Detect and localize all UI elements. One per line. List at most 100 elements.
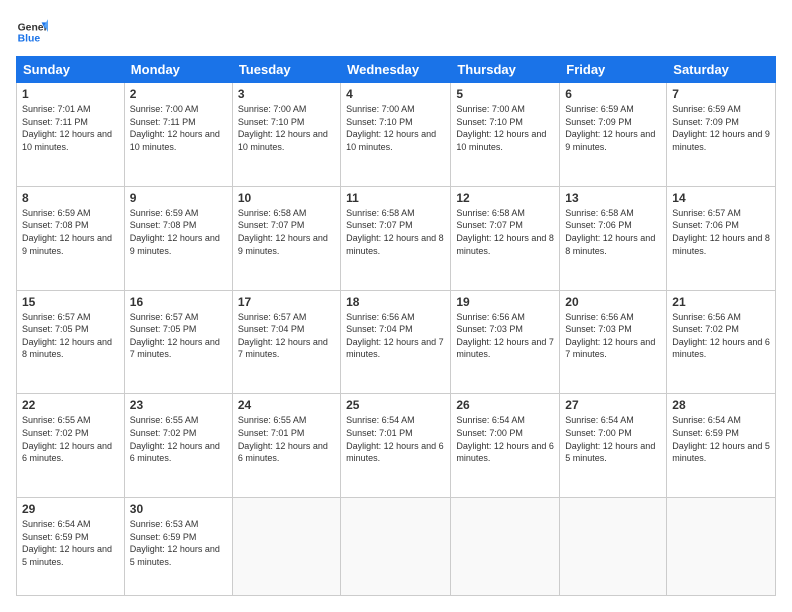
week-row-2: 8 Sunrise: 6:59 AMSunset: 7:08 PMDaylight… (17, 186, 776, 290)
day-info: Sunrise: 6:56 AMSunset: 7:02 PMDaylight:… (672, 311, 770, 361)
day-cell: 9 Sunrise: 6:59 AMSunset: 7:08 PMDaylight… (124, 186, 232, 290)
week-row-4: 22 Sunrise: 6:55 AMSunset: 7:02 PMDayligh… (17, 394, 776, 498)
day-number: 22 (22, 398, 119, 412)
day-info: Sunrise: 7:01 AMSunset: 7:11 PMDaylight:… (22, 103, 119, 153)
day-number: 9 (130, 191, 227, 205)
svg-text:Blue: Blue (18, 34, 41, 45)
day-info: Sunrise: 6:54 AMSunset: 6:59 PMDaylight:… (672, 414, 770, 464)
day-cell: 5 Sunrise: 7:00 AMSunset: 7:10 PMDaylight… (451, 83, 560, 187)
day-cell: 19Sunrise: 6:56 AMSunset: 7:03 PMDayligh… (451, 290, 560, 394)
day-number: 24 (238, 398, 335, 412)
day-info: Sunrise: 6:57 AMSunset: 7:04 PMDaylight:… (238, 311, 335, 361)
page: General Blue SundayMondayTuesdayWednesda… (0, 0, 792, 612)
day-number: 23 (130, 398, 227, 412)
day-cell (341, 498, 451, 596)
day-cell: 28 Sunrise: 6:54 AMSunset: 6:59 PMDayligh… (667, 394, 776, 498)
day-cell (451, 498, 560, 596)
day-info: Sunrise: 7:00 AMSunset: 7:10 PMDaylight:… (346, 103, 445, 153)
header-thursday: Thursday (451, 57, 560, 83)
day-cell: 17Sunrise: 6:57 AMSunset: 7:04 PMDayligh… (232, 290, 340, 394)
day-number: 16 (130, 295, 227, 309)
day-info: Sunrise: 6:54 AMSunset: 6:59 PMDaylight:… (22, 518, 119, 568)
day-cell: 23 Sunrise: 6:55 AMSunset: 7:02 PMDayligh… (124, 394, 232, 498)
header-wednesday: Wednesday (341, 57, 451, 83)
day-cell: 11 Sunrise: 6:58 AMSunset: 7:07 PMDayligh… (341, 186, 451, 290)
day-number: 7 (672, 87, 770, 101)
day-info: Sunrise: 6:59 AMSunset: 7:08 PMDaylight:… (22, 207, 119, 257)
day-number: 30 (130, 502, 227, 516)
day-info: Sunrise: 6:55 AMSunset: 7:02 PMDaylight:… (22, 414, 119, 464)
header-tuesday: Tuesday (232, 57, 340, 83)
day-info: Sunrise: 6:54 AMSunset: 7:00 PMDaylight:… (565, 414, 661, 464)
logo: General Blue (16, 16, 48, 48)
day-number: 26 (456, 398, 554, 412)
day-info: Sunrise: 6:59 AMSunset: 7:09 PMDaylight:… (672, 103, 770, 153)
day-cell: 13 Sunrise: 6:58 AMSunset: 7:06 PMDayligh… (560, 186, 667, 290)
day-info: Sunrise: 6:59 AMSunset: 7:08 PMDaylight:… (130, 207, 227, 257)
header-sunday: Sunday (17, 57, 125, 83)
day-cell: 4 Sunrise: 7:00 AMSunset: 7:10 PMDaylight… (341, 83, 451, 187)
day-cell: 27 Sunrise: 6:54 AMSunset: 7:00 PMDayligh… (560, 394, 667, 498)
day-cell (560, 498, 667, 596)
day-cell: 29Sunrise: 6:54 AMSunset: 6:59 PMDayligh… (17, 498, 125, 596)
day-number: 28 (672, 398, 770, 412)
day-info: Sunrise: 6:58 AMSunset: 7:06 PMDaylight:… (565, 207, 661, 257)
day-cell: 24 Sunrise: 6:55 AMSunset: 7:01 PMDayligh… (232, 394, 340, 498)
day-cell: 25 Sunrise: 6:54 AMSunset: 7:01 PMDayligh… (341, 394, 451, 498)
day-number: 27 (565, 398, 661, 412)
header: General Blue (16, 16, 776, 48)
day-cell: 20Sunrise: 6:56 AMSunset: 7:03 PMDayligh… (560, 290, 667, 394)
day-info: Sunrise: 6:56 AMSunset: 7:04 PMDaylight:… (346, 311, 445, 361)
day-number: 1 (22, 87, 119, 101)
day-cell: 8 Sunrise: 6:59 AMSunset: 7:08 PMDaylight… (17, 186, 125, 290)
day-info: Sunrise: 6:53 AMSunset: 6:59 PMDaylight:… (130, 518, 227, 568)
day-number: 4 (346, 87, 445, 101)
day-info: Sunrise: 7:00 AMSunset: 7:10 PMDaylight:… (456, 103, 554, 153)
day-number: 6 (565, 87, 661, 101)
day-cell: 26 Sunrise: 6:54 AMSunset: 7:00 PMDayligh… (451, 394, 560, 498)
day-number: 8 (22, 191, 119, 205)
header-row: SundayMondayTuesdayWednesdayThursdayFrid… (17, 57, 776, 83)
week-row-3: 15Sunrise: 6:57 AMSunset: 7:05 PMDayligh… (17, 290, 776, 394)
day-number: 25 (346, 398, 445, 412)
day-number: 3 (238, 87, 335, 101)
day-number: 12 (456, 191, 554, 205)
header-friday: Friday (560, 57, 667, 83)
day-cell: 14 Sunrise: 6:57 AMSunset: 7:06 PMDayligh… (667, 186, 776, 290)
logo-icon: General Blue (16, 16, 48, 48)
week-row-1: 1 Sunrise: 7:01 AMSunset: 7:11 PMDaylight… (17, 83, 776, 187)
day-info: Sunrise: 6:54 AMSunset: 7:00 PMDaylight:… (456, 414, 554, 464)
day-number: 20 (565, 295, 661, 309)
day-number: 11 (346, 191, 445, 205)
day-info: Sunrise: 6:54 AMSunset: 7:01 PMDaylight:… (346, 414, 445, 464)
day-cell (232, 498, 340, 596)
day-cell: 1 Sunrise: 7:01 AMSunset: 7:11 PMDaylight… (17, 83, 125, 187)
day-cell: 3Sunrise: 7:00 AMSunset: 7:10 PMDaylight… (232, 83, 340, 187)
day-number: 14 (672, 191, 770, 205)
day-info: Sunrise: 6:57 AMSunset: 7:06 PMDaylight:… (672, 207, 770, 257)
day-info: Sunrise: 6:59 AMSunset: 7:09 PMDaylight:… (565, 103, 661, 153)
day-number: 13 (565, 191, 661, 205)
day-cell: 7 Sunrise: 6:59 AMSunset: 7:09 PMDaylight… (667, 83, 776, 187)
day-cell: 16 Sunrise: 6:57 AMSunset: 7:05 PMDayligh… (124, 290, 232, 394)
calendar-table: SundayMondayTuesdayWednesdayThursdayFrid… (16, 56, 776, 596)
day-cell (667, 498, 776, 596)
day-info: Sunrise: 6:57 AMSunset: 7:05 PMDaylight:… (130, 311, 227, 361)
day-info: Sunrise: 6:58 AMSunset: 7:07 PMDaylight:… (238, 207, 335, 257)
day-number: 5 (456, 87, 554, 101)
day-info: Sunrise: 6:55 AMSunset: 7:02 PMDaylight:… (130, 414, 227, 464)
day-cell: 12 Sunrise: 6:58 AMSunset: 7:07 PMDayligh… (451, 186, 560, 290)
day-number: 10 (238, 191, 335, 205)
day-number: 2 (130, 87, 227, 101)
week-row-5: 29Sunrise: 6:54 AMSunset: 6:59 PMDayligh… (17, 498, 776, 596)
day-info: Sunrise: 6:55 AMSunset: 7:01 PMDaylight:… (238, 414, 335, 464)
day-info: Sunrise: 6:58 AMSunset: 7:07 PMDaylight:… (346, 207, 445, 257)
day-cell: 6 Sunrise: 6:59 AMSunset: 7:09 PMDaylight… (560, 83, 667, 187)
day-number: 19 (456, 295, 554, 309)
day-info: Sunrise: 6:58 AMSunset: 7:07 PMDaylight:… (456, 207, 554, 257)
header-monday: Monday (124, 57, 232, 83)
day-number: 21 (672, 295, 770, 309)
day-cell: 2Sunrise: 7:00 AMSunset: 7:11 PMDaylight… (124, 83, 232, 187)
day-cell: 18Sunrise: 6:56 AMSunset: 7:04 PMDayligh… (341, 290, 451, 394)
day-cell: 30 Sunrise: 6:53 AMSunset: 6:59 PMDayligh… (124, 498, 232, 596)
